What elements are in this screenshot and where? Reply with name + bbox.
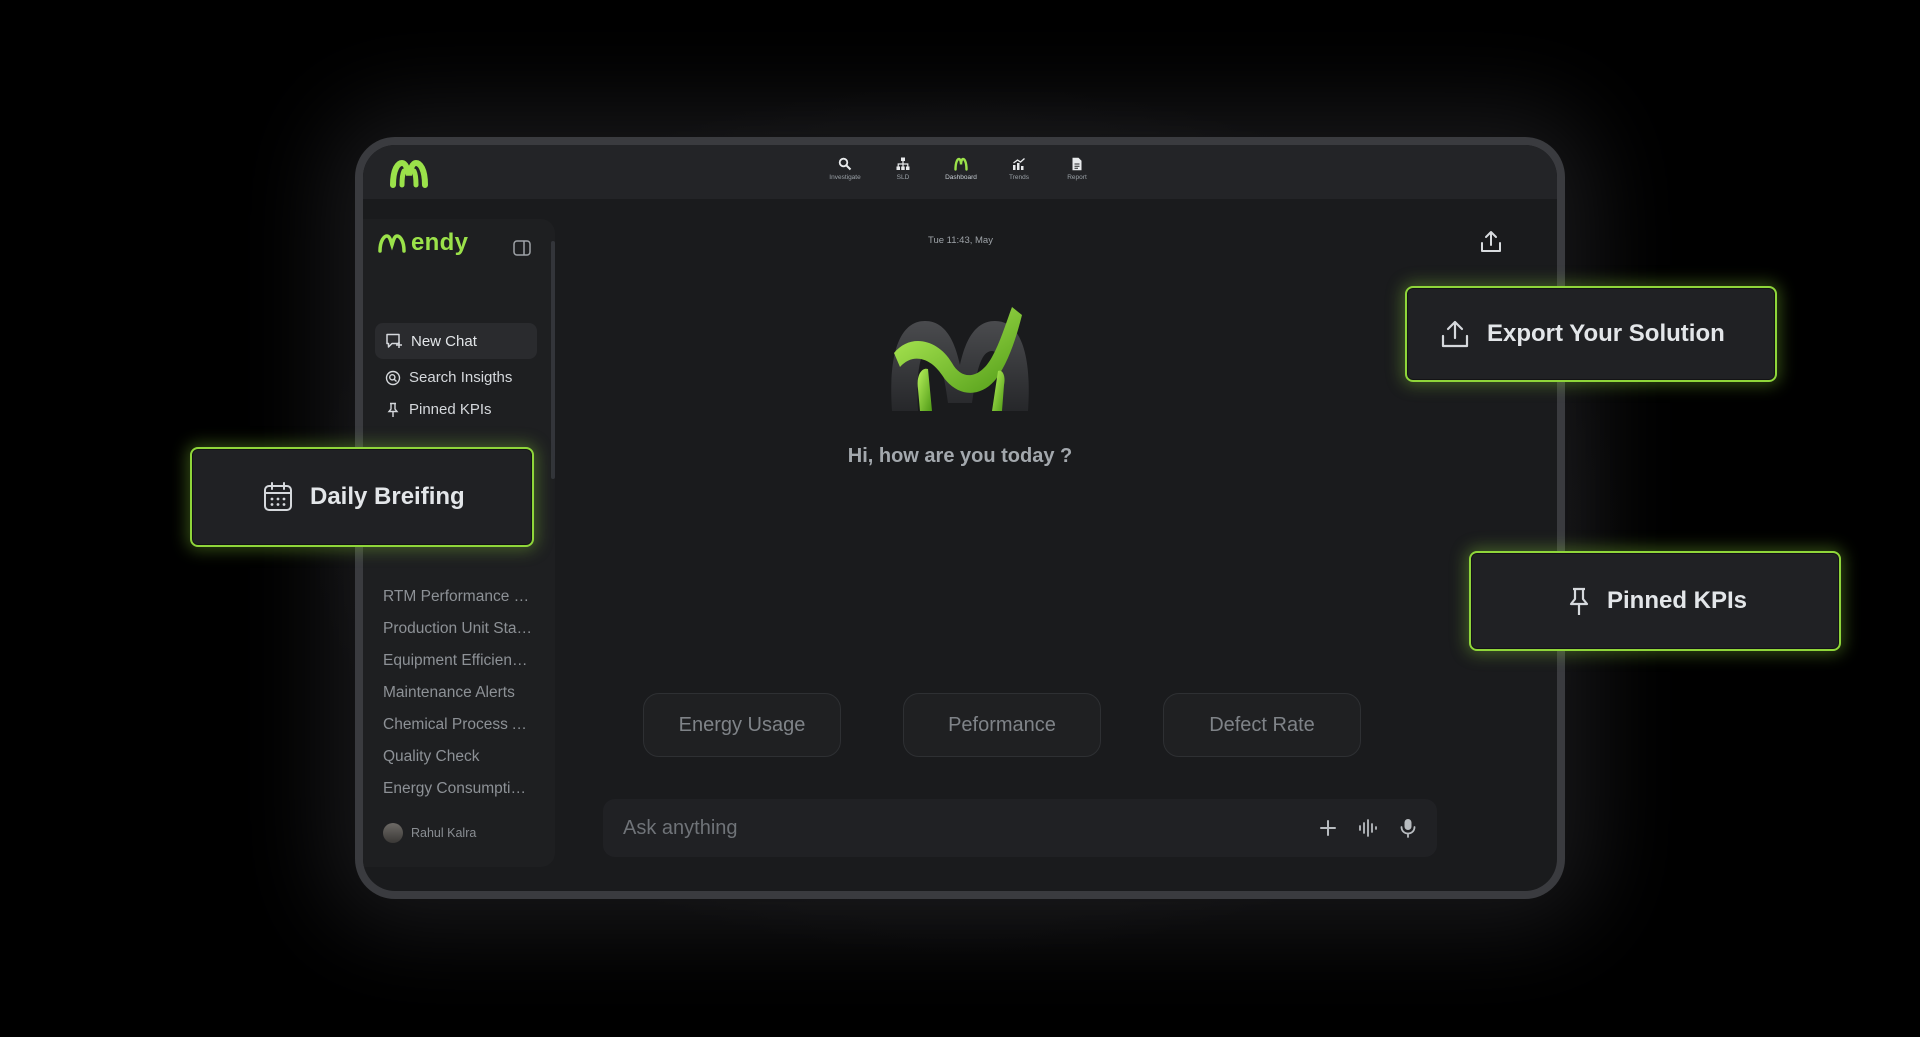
sidebar-toggle-icon[interactable] — [513, 240, 531, 256]
brand-m-icon — [378, 234, 406, 253]
list-item[interactable]: Production Unit Status — [383, 613, 533, 645]
nav-label: Trends — [1009, 174, 1029, 181]
new-chat-icon — [386, 333, 402, 348]
search-icon — [838, 157, 852, 171]
device-frame: Investigate SLD Dashboard Trends Report — [355, 137, 1565, 899]
suggestion-chip-defect[interactable]: Defect Rate — [1163, 693, 1361, 757]
suggestion-chip-energy[interactable]: Energy Usage — [643, 693, 841, 757]
nav-report[interactable]: Report — [1055, 157, 1099, 181]
daily-briefing-button[interactable]: Daily Breifing — [190, 447, 534, 547]
list-item[interactable]: Energy Consumption Trends — [383, 773, 533, 805]
pinned-kpis-label: Pinned KPIs — [1606, 587, 1748, 614]
plus-icon[interactable] — [1317, 817, 1339, 839]
chat-input[interactable] — [621, 815, 1317, 841]
greeting-text: Hi, how are you today ? — [847, 445, 1073, 467]
top-nav: Investigate SLD Dashboard Trends Report — [823, 157, 1099, 181]
brand-m-icon — [954, 157, 968, 171]
brand-name: endy — [411, 229, 469, 256]
user-profile[interactable]: Rahul Kalra — [383, 823, 476, 843]
microphone-icon[interactable] — [1397, 817, 1419, 839]
nav-label: SLD — [896, 174, 910, 181]
sidebar-item-label: Pinned KPIs — [409, 401, 492, 418]
trend-chart-icon — [1013, 158, 1025, 170]
hierarchy-icon — [896, 157, 910, 170]
pin-icon — [387, 402, 399, 417]
list-item[interactable]: Quality Check — [383, 741, 533, 773]
nav-label: Report — [1067, 174, 1087, 181]
nav-label: Dashboard — [945, 174, 977, 181]
nav-label: Investigate — [829, 174, 861, 181]
list-item[interactable]: Chemical Process Analysis — [383, 709, 533, 741]
voice-wave-icon[interactable] — [1357, 817, 1379, 839]
search-insights-icon — [385, 370, 401, 385]
composer — [603, 799, 1437, 857]
upload-icon — [1441, 320, 1469, 348]
pinned-kpis-button[interactable]: Pinned KPIs — [1469, 551, 1841, 651]
nav-trends[interactable]: Trends — [997, 157, 1041, 181]
document-icon — [1072, 157, 1082, 171]
new-chat-button[interactable]: New Chat — [375, 323, 537, 359]
hero-brand-logo — [891, 307, 1029, 411]
sidebar-brand[interactable]: endy — [377, 229, 468, 257]
sidebar-scrollbar[interactable] — [551, 241, 555, 479]
top-bar: Investigate SLD Dashboard Trends Report — [363, 145, 1557, 199]
composer-actions — [1317, 817, 1419, 839]
nav-dashboard[interactable]: Dashboard — [939, 157, 983, 181]
calendar-icon — [264, 482, 292, 511]
sidebar-item-search[interactable]: Search Insigths — [385, 369, 512, 386]
export-solution-label: Export Your Solution — [1487, 320, 1725, 347]
avatar — [383, 823, 403, 843]
sidebar-item-pinned[interactable]: Pinned KPIs — [385, 401, 492, 418]
sidebar-item-label: Search Insigths — [409, 369, 513, 386]
list-item[interactable]: RTM Performance Summary — [383, 581, 533, 613]
timestamp: Tue 11:43, May — [928, 235, 993, 246]
suggestion-chip-performance[interactable]: Peformance — [903, 693, 1101, 757]
chat-history-list: RTM Performance Summary Production Unit … — [383, 581, 533, 805]
pin-icon — [1569, 587, 1589, 615]
list-item[interactable]: Maintenance Alerts — [383, 677, 533, 709]
new-chat-label: New Chat — [411, 332, 477, 350]
user-name: Rahul Kalra — [411, 826, 477, 840]
nav-investigate[interactable]: Investigate — [823, 157, 867, 181]
daily-briefing-label: Daily Breifing — [310, 483, 465, 510]
brand-logo-icon[interactable] — [389, 159, 429, 189]
list-item[interactable]: Equipment Efficiency Report — [383, 645, 533, 677]
export-icon[interactable] — [1478, 229, 1504, 255]
app-screen: Investigate SLD Dashboard Trends Report — [363, 145, 1557, 891]
export-solution-button[interactable]: Export Your Solution — [1405, 286, 1777, 382]
nav-sld[interactable]: SLD — [881, 157, 925, 181]
